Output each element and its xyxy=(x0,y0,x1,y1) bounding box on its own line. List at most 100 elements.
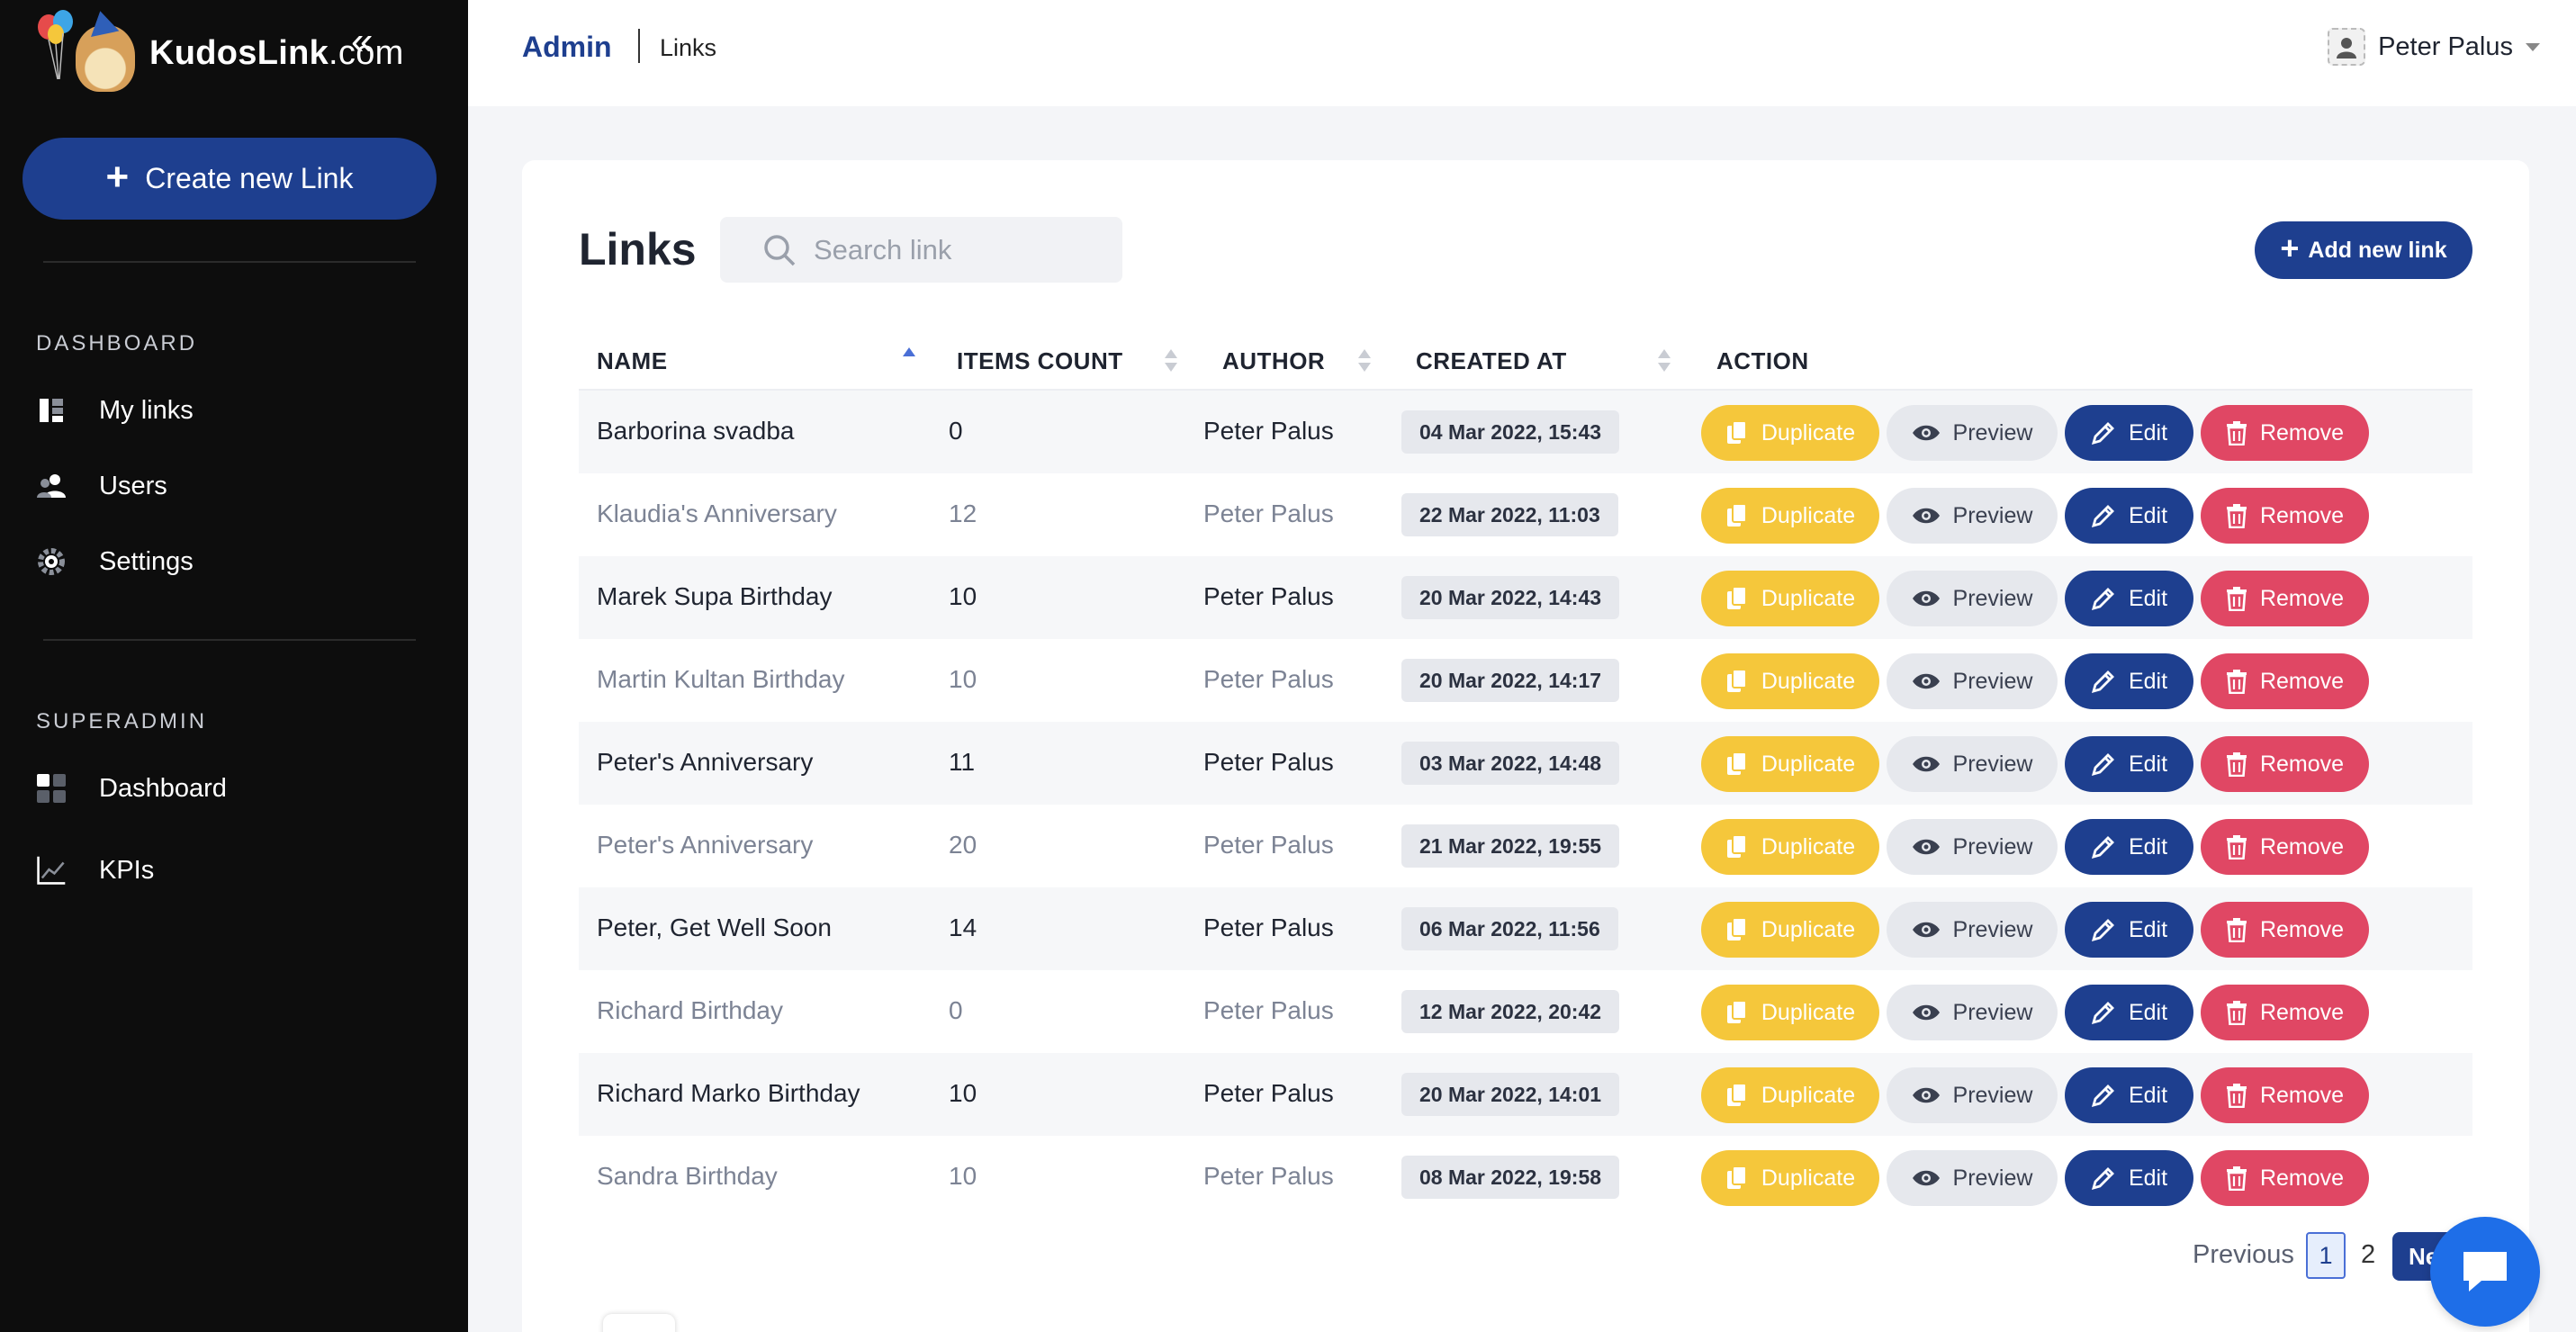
column-header-items-count[interactable]: ITEMS COUNT xyxy=(957,347,1123,375)
duplicate-label: Duplicate xyxy=(1761,1082,1856,1108)
copy-icon xyxy=(1726,586,1747,609)
remove-button[interactable]: Remove xyxy=(2201,736,2369,792)
items-count: 0 xyxy=(949,417,963,445)
sidebar: KudosLink.com « + Create new Link DASHBO… xyxy=(0,0,468,1332)
edit-label: Edit xyxy=(2128,1082,2168,1108)
duplicate-button[interactable]: Duplicate xyxy=(1701,488,1879,544)
remove-button[interactable]: Remove xyxy=(2201,1067,2369,1123)
eye-icon xyxy=(1912,590,1940,607)
search-input[interactable] xyxy=(814,233,1120,266)
sidebar-item-kpis[interactable]: KPIs xyxy=(36,845,432,896)
column-header-name[interactable]: NAME xyxy=(597,347,668,375)
edit-button[interactable]: Edit xyxy=(2065,819,2193,875)
link-name: Richard Marko Birthday xyxy=(597,1079,860,1107)
preview-button[interactable]: Preview xyxy=(1887,985,2058,1040)
duplicate-button[interactable]: Duplicate xyxy=(1701,985,1879,1040)
author: Peter Palus xyxy=(1203,582,1334,610)
sidebar-item-users[interactable]: Users xyxy=(36,461,432,511)
duplicate-button[interactable]: Duplicate xyxy=(1701,653,1879,709)
create-new-link-button[interactable]: + Create new Link xyxy=(23,138,437,220)
gear-icon xyxy=(36,546,67,577)
preview-button[interactable]: Preview xyxy=(1887,1067,2058,1123)
preview-button[interactable]: Preview xyxy=(1887,1150,2058,1206)
preview-button[interactable]: Preview xyxy=(1887,405,2058,461)
duplicate-label: Duplicate xyxy=(1761,751,1856,777)
created-at-badge: 06 Mar 2022, 11:56 xyxy=(1401,907,1618,950)
edit-button[interactable]: Edit xyxy=(2065,488,2193,544)
duplicate-label: Duplicate xyxy=(1761,585,1856,611)
add-new-link-label: Add new link xyxy=(2308,237,2447,263)
remove-button[interactable]: Remove xyxy=(2201,405,2369,461)
preview-button[interactable]: Preview xyxy=(1887,488,2058,544)
remove-button[interactable]: Remove xyxy=(2201,819,2369,875)
chevron-down-icon xyxy=(2526,42,2540,51)
duplicate-button[interactable]: Duplicate xyxy=(1701,902,1879,958)
breadcrumb-admin[interactable]: Admin xyxy=(522,31,612,64)
remove-button[interactable]: Remove xyxy=(2201,488,2369,544)
table-row: Sandra Birthday 10 Peter Palus 08 Mar 20… xyxy=(579,1136,2472,1219)
edit-label: Edit xyxy=(2128,751,2168,777)
duplicate-button[interactable]: Duplicate xyxy=(1701,571,1879,626)
duplicate-button[interactable]: Duplicate xyxy=(1701,736,1879,792)
preview-button[interactable]: Preview xyxy=(1887,571,2058,626)
duplicate-button[interactable]: Duplicate xyxy=(1701,1150,1879,1206)
pagination-previous[interactable]: Previous xyxy=(2193,1240,2294,1270)
preview-button[interactable]: Preview xyxy=(1887,736,2058,792)
sidebar-item-my-links[interactable]: My links xyxy=(36,385,432,436)
pagination-page-1[interactable]: 1 xyxy=(2306,1232,2346,1279)
link-name: Peter's Anniversary xyxy=(597,748,814,776)
remove-button[interactable]: Remove xyxy=(2201,985,2369,1040)
remove-button[interactable]: Remove xyxy=(2201,653,2369,709)
edit-button[interactable]: Edit xyxy=(2065,653,2193,709)
sort-icon[interactable] xyxy=(1658,349,1671,376)
edit-button[interactable]: Edit xyxy=(2065,1150,2193,1206)
edit-button[interactable]: Edit xyxy=(2065,1067,2193,1123)
table-row: Marek Supa Birthday 10 Peter Palus 20 Ma… xyxy=(579,556,2472,639)
edit-button[interactable]: Edit xyxy=(2065,736,2193,792)
author: Peter Palus xyxy=(1203,996,1334,1024)
sidebar-item-dashboard[interactable]: Dashboard xyxy=(36,763,432,814)
add-new-link-button[interactable]: + Add new link xyxy=(2255,221,2472,279)
preview-button[interactable]: Preview xyxy=(1887,653,2058,709)
author: Peter Palus xyxy=(1203,1079,1334,1107)
author: Peter Palus xyxy=(1203,665,1334,693)
sort-icon[interactable] xyxy=(1358,349,1371,376)
created-at-badge: 21 Mar 2022, 19:55 xyxy=(1401,824,1620,868)
copy-icon xyxy=(1726,503,1747,526)
users-icon xyxy=(36,471,67,501)
edit-button[interactable]: Edit xyxy=(2065,571,2193,626)
sidebar-item-settings[interactable]: Settings xyxy=(36,536,432,587)
created-at-badge: 20 Mar 2022, 14:43 xyxy=(1401,576,1620,619)
copy-icon xyxy=(1726,420,1747,444)
edit-button[interactable]: Edit xyxy=(2065,405,2193,461)
remove-button[interactable]: Remove xyxy=(2201,902,2369,958)
remove-label: Remove xyxy=(2259,1082,2345,1108)
remove-label: Remove xyxy=(2259,833,2345,860)
duplicate-button[interactable]: Duplicate xyxy=(1701,819,1879,875)
sort-asc-icon[interactable] xyxy=(903,344,915,371)
preview-button[interactable]: Preview xyxy=(1887,819,2058,875)
copy-icon xyxy=(1726,752,1747,775)
link-name: Martin Kultan Birthday xyxy=(597,665,845,693)
remove-button[interactable]: Remove xyxy=(2201,1150,2369,1206)
duplicate-button[interactable]: Duplicate xyxy=(1701,1067,1879,1123)
floating-button[interactable] xyxy=(603,1314,675,1332)
author: Peter Palus xyxy=(1203,831,1334,859)
sort-icon[interactable] xyxy=(1165,349,1177,376)
items-count: 12 xyxy=(949,500,977,527)
preview-button[interactable]: Preview xyxy=(1887,902,2058,958)
eye-icon xyxy=(1912,756,1940,772)
column-header-author[interactable]: AUTHOR xyxy=(1222,347,1325,375)
pagination-page-2[interactable]: 2 xyxy=(2361,1240,2375,1270)
copy-icon xyxy=(1726,1000,1747,1023)
duplicate-button[interactable]: Duplicate xyxy=(1701,405,1879,461)
section-title-superadmin: SUPERADMIN xyxy=(36,709,208,734)
edit-button[interactable]: Edit xyxy=(2065,902,2193,958)
user-menu[interactable]: Peter Palus xyxy=(2328,25,2540,68)
preview-label: Preview xyxy=(1952,751,2033,777)
edit-button[interactable]: Edit xyxy=(2065,985,2193,1040)
remove-button[interactable]: Remove xyxy=(2201,571,2369,626)
collapse-sidebar-icon[interactable]: « xyxy=(351,22,387,61)
chat-bubble-icon[interactable] xyxy=(2430,1217,2540,1327)
column-header-created-at[interactable]: CREATED AT xyxy=(1416,347,1567,375)
